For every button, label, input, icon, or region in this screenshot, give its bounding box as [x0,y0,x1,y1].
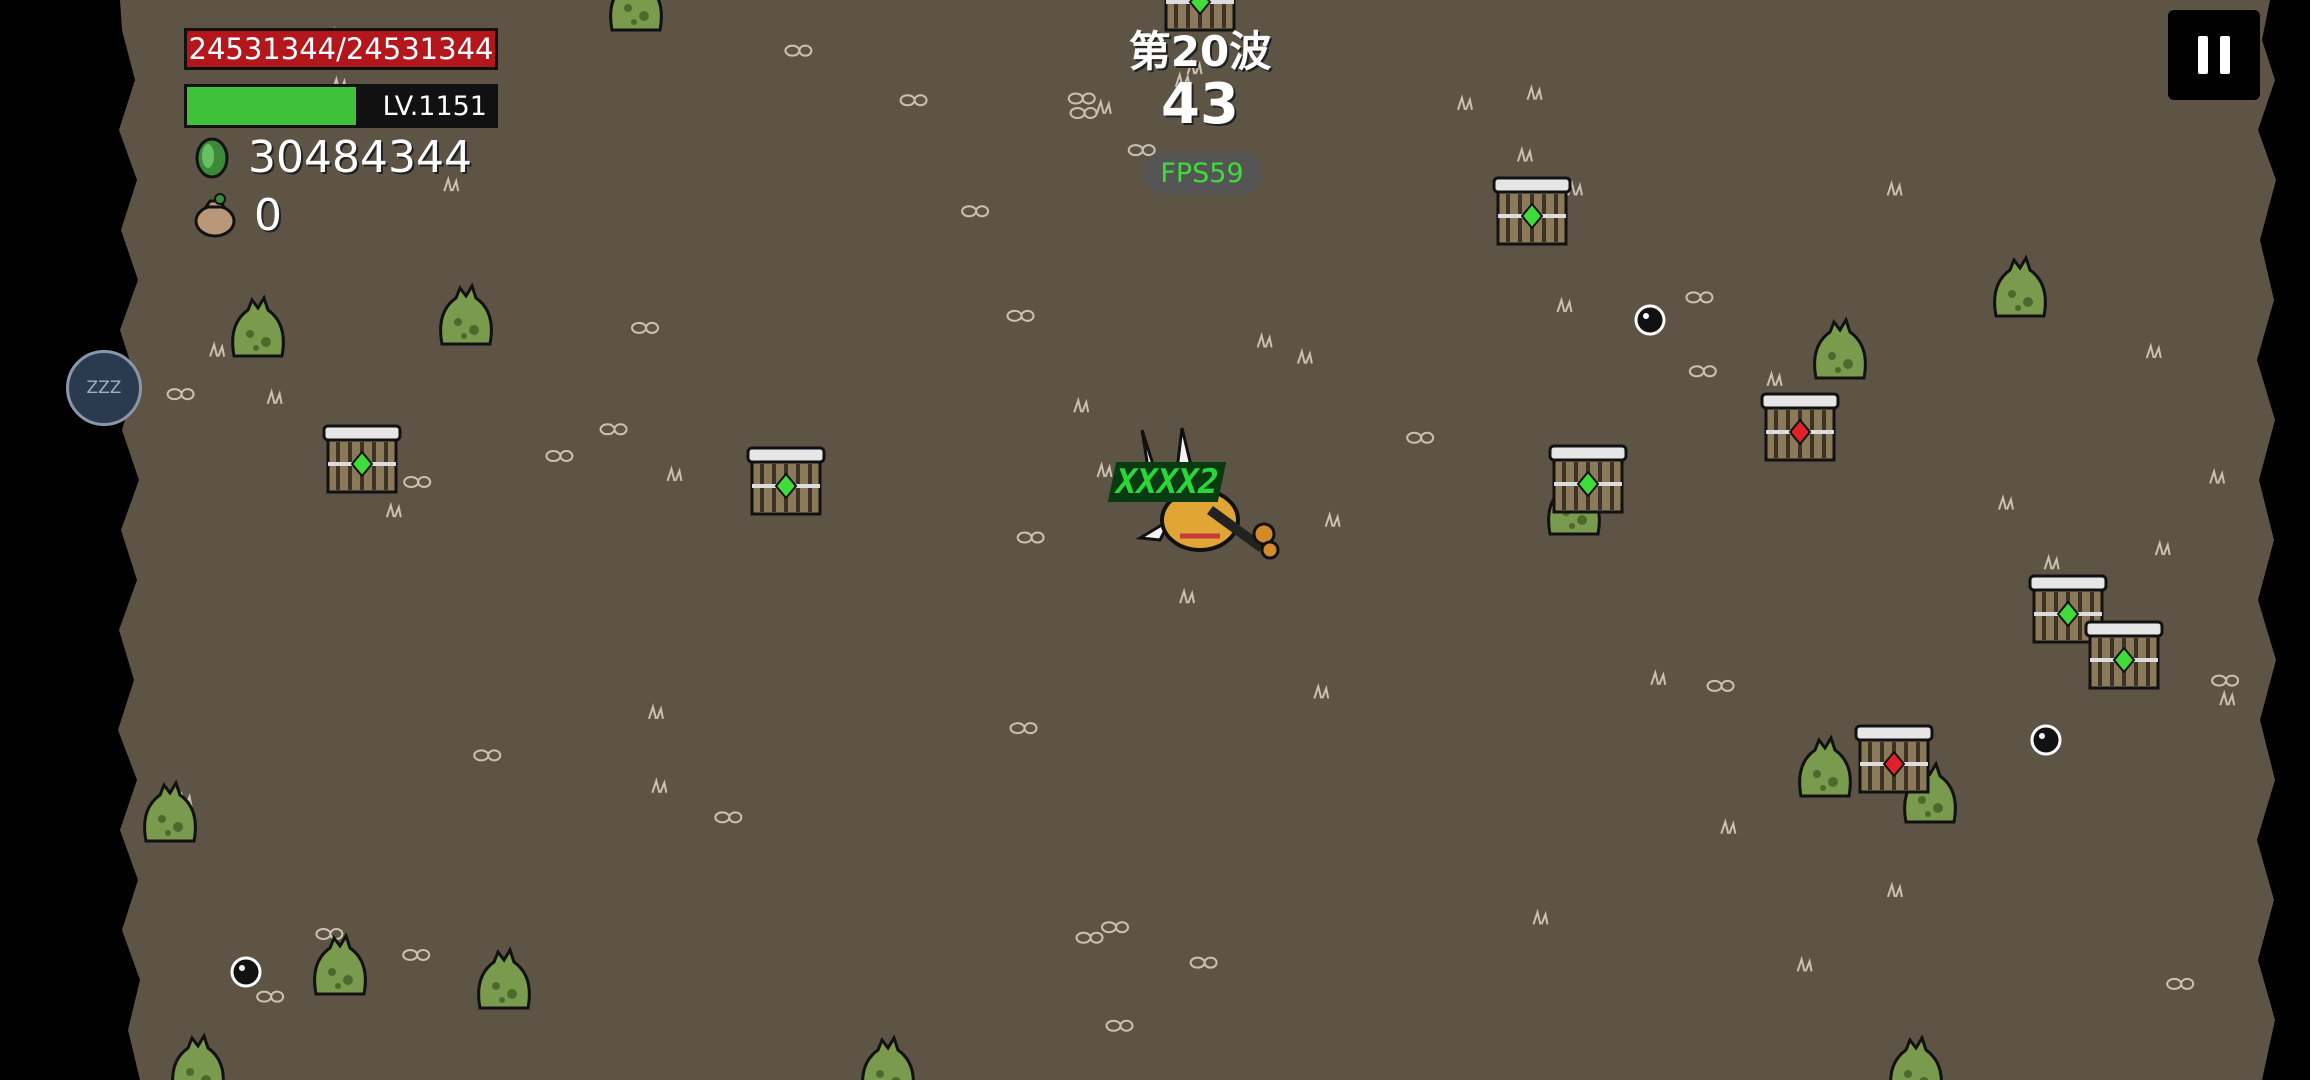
coin-counter: 30484344 [192,132,472,183]
pause-button[interactable] [2168,10,2260,100]
dark-orb [2030,724,2062,756]
bag-count: 0 [254,190,282,241]
level-text: LV.1151 [382,90,487,122]
red-gem-crate [1760,392,1840,462]
fps-badge: FPS59 [1142,152,1262,194]
health-text: 24531344/24531344 [188,32,494,66]
green-gem-crate [746,446,826,516]
wave-timer: 43 [1161,72,1239,137]
game-stage[interactable]: 24531344/24531344 LV.1151 30484344 0 第20… [0,0,2310,1080]
coin-icon [195,137,229,178]
green-gem-crate [2084,620,2164,690]
sleep-skill-button[interactable]: ZZZ [66,350,142,426]
level-progress-fill [187,87,357,125]
red-gem-crate [1854,724,1934,794]
slime-enemy [609,0,663,32]
damage-popup: XXXX2 [1107,462,1227,502]
green-gem-crate [1492,176,1572,246]
health-bar: 24531344/24531344 [184,28,498,70]
green-gem-crate [1548,444,1628,514]
bag-counter: 0 [192,190,282,241]
pause-icon [2198,36,2230,74]
wave-title: 第20波 [1128,27,1272,76]
green-gem-crate [322,424,402,494]
dark-orb [230,956,262,988]
dark-orb [1634,304,1666,336]
coin-count: 30484344 [248,132,472,183]
money-bag-icon [194,192,236,237]
level-bar: LV.1151 [184,84,498,128]
